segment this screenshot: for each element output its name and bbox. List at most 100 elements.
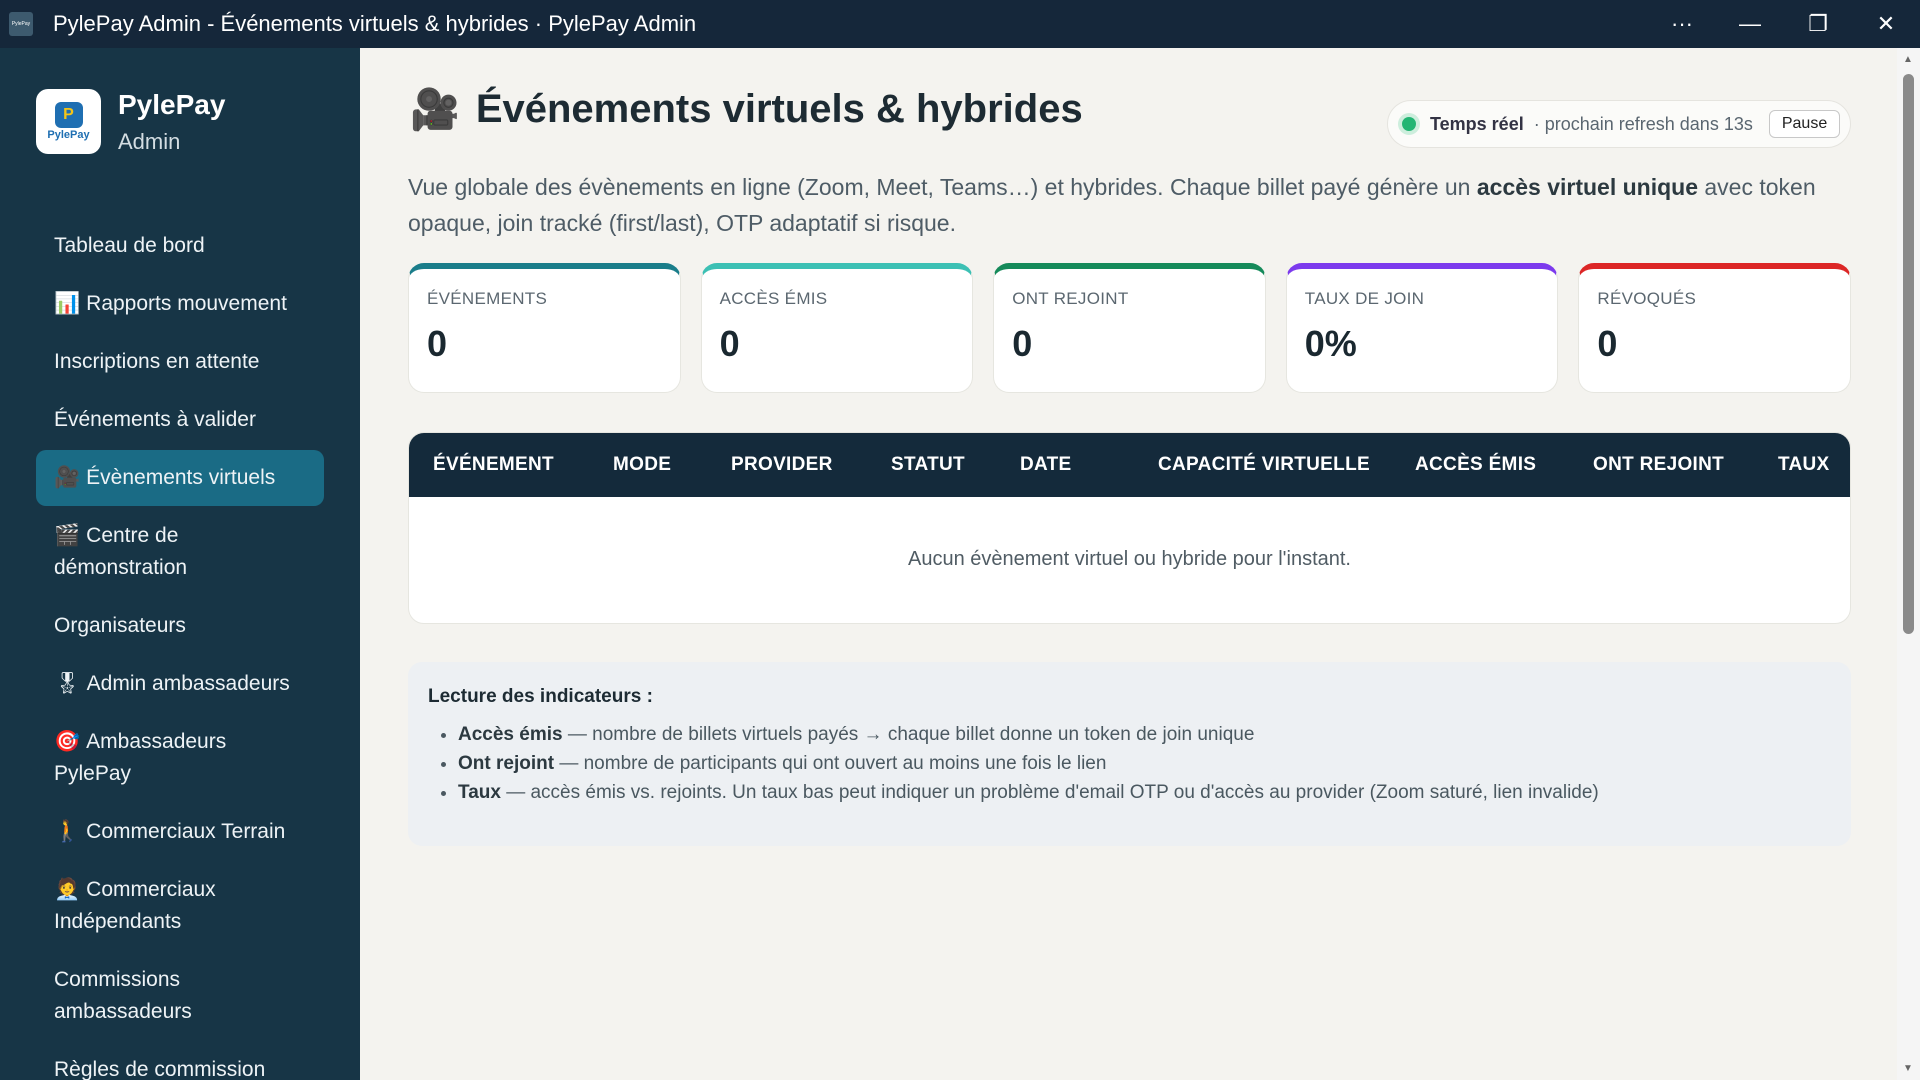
sidebar-item-label: Commerciaux Terrain [86,820,286,843]
sidebar-item-evenements-virtuels[interactable]: 🎥 Évènements virtuels [36,450,324,506]
column-header-date[interactable]: DATE [1020,454,1072,476]
stat-value: 0 [1012,323,1033,364]
stat-card-acces-emis: ACCÈS ÉMIS 0 [700,263,974,393]
sidebar-item-organisateurs[interactable]: Organisateurs [36,598,324,654]
app-icon: PylePay [9,12,33,36]
column-header-mode[interactable]: MODE [613,454,671,476]
office-worker-icon: 🧑‍💼 [54,878,81,901]
sidebar-nav: Tableau de bord 📊 Rapports mouvement Insc… [36,218,324,1080]
stat-label: RÉVOQUÉS [1597,289,1697,308]
brand-text: PylePay Admin [118,89,225,155]
realtime-status: Temps réel · prochain refresh dans 13s P… [1387,100,1851,148]
sidebar-item-label: Rapports mouvement [86,292,287,315]
legend-text: — nombre de billets virtuels payés → cha… [562,724,1255,745]
logo-mark: P [54,102,83,128]
sidebar-item-commissions-ambassadeurs[interactable]: Commissions ambassadeurs [36,952,324,1040]
column-header-capacite-virtuelle[interactable]: CAPACITÉ VIRTUELLE [1158,454,1370,476]
sidebar-item-regles-commission[interactable]: Règles de commission [36,1042,324,1080]
page-title: 🎥 Événements virtuels & hybrides [410,86,1083,133]
legend-title: Lecture des indicateurs : [428,686,653,707]
medal-icon: 🎖 [54,672,81,695]
events-table: ÉVÉNEMENT MODE PROVIDER STATUT DATE CAPA… [408,432,1851,624]
legend-item: Accès émis — nombre de billets virtuels … [458,720,1831,749]
stat-card-evenements: ÉVÉNEMENTS 0 [408,263,681,393]
stat-value: 0 [719,323,740,364]
legend-list: Accès émis — nombre de billets virtuels … [428,720,1831,807]
table-header: ÉVÉNEMENT MODE PROVIDER STATUT DATE CAPA… [409,433,1850,497]
description-text: Vue globale des évènements en ligne (Zoo… [408,174,1477,200]
stat-value: 0 [427,323,448,364]
restore-button[interactable]: ❐ [1784,0,1852,48]
brand-name: PylePay [118,89,226,120]
more-options-icon[interactable]: ··· [1648,0,1716,48]
live-dot-icon [1402,117,1416,131]
legend-item: Ont rejoint — nombre de participants qui… [458,749,1831,778]
app-window: PylePay PylePay Admin - Événements virtu… [0,0,1920,1080]
sidebar-item-label: Tableau de bord [54,234,205,257]
scroll-up-icon[interactable]: ▲ [1903,54,1913,65]
clapper-icon: 🎬 [54,524,81,547]
legend-item: Taux — accès émis vs. rejoints. Un taux … [458,778,1831,807]
camera-icon: 🎥 [54,466,81,489]
scrollbar-thumb[interactable] [1903,74,1914,634]
stat-label: TAUX DE JOIN [1304,289,1425,308]
sidebar-item-label: Événements à valider [54,408,256,431]
target-icon: 🎯 [54,730,81,753]
page-description: Vue globale des évènements en ligne (Zoo… [408,169,1858,241]
stat-card-revoques: RÉVOQUÉS 0 [1578,263,1851,393]
stat-value: 0 [1597,323,1618,364]
stats-row: ÉVÉNEMENTS 0 ACCÈS ÉMIS 0 ONT REJOINT 0 … [408,263,1851,393]
stat-label: ACCÈS ÉMIS [719,289,828,308]
stat-label: ÉVÉNEMENTS [427,289,548,308]
stat-card-ont-rejoint: ONT REJOINT 0 [993,263,1266,393]
legend-term: Ont rejoint [458,753,555,774]
indicators-legend: Lecture des indicateurs : Accès émis — n… [408,662,1851,846]
legend-term: Accès émis [458,724,563,745]
stat-value: 0% [1304,323,1357,364]
stat-card-taux-de-join: TAUX DE JOIN 0% [1285,263,1559,393]
sidebar-item-label: Règles de commission [54,1058,266,1080]
camera-icon: 🎥 [410,88,460,132]
brand[interactable]: P PylePay PylePay Admin [36,89,225,155]
sidebar-item-centre-demonstration[interactable]: 🎬 Centre de démonstration [36,508,324,596]
sidebar-item-commerciaux-terrain[interactable]: 🚶 Commerciaux Terrain [36,804,324,860]
table-empty-message: Aucun évènement virtuel ou hybride pour … [908,548,1351,570]
column-header-provider[interactable]: PROVIDER [731,454,833,476]
column-header-taux[interactable]: TAUX [1778,454,1830,476]
sidebar-item-inscriptions[interactable]: Inscriptions en attente [36,334,324,390]
sidebar-item-commerciaux-independants[interactable]: 🧑‍💼 Commerciaux Indépendants [36,862,324,950]
sidebar: P PylePay PylePay Admin Tableau de bord … [0,48,360,1080]
pause-button[interactable]: Pause [1768,110,1841,138]
legend-text: — accès émis vs. rejoints. Un taux bas p… [500,782,1599,803]
walking-person-icon: 🚶 [54,820,81,843]
column-header-acces-emis[interactable]: ACCÈS ÉMIS [1415,454,1536,476]
sidebar-item-admin-ambassadeurs[interactable]: 🎖 Admin ambassadeurs [36,656,324,712]
column-header-evenement[interactable]: ÉVÉNEMENT [433,454,554,476]
sidebar-item-ambassadeurs-pylepay[interactable]: 🎯 Ambassadeurs PylePay [36,714,324,802]
sidebar-item-rapports-mouvement[interactable]: 📊 Rapports mouvement [36,276,324,332]
description-highlight: accès virtuel unique [1476,174,1698,200]
close-button[interactable]: ✕ [1852,0,1920,48]
sidebar-item-label: Organisateurs [54,614,186,637]
refresh-countdown: · prochain refresh dans 13s [1533,113,1753,134]
sidebar-item-label: Admin ambassadeurs [86,672,290,695]
window-title: PylePay Admin - Événements virtuels & hy… [53,11,697,36]
sidebar-item-label: Inscriptions en attente [54,350,260,373]
logo-word: PylePay [47,129,90,141]
window-controls: ··· — ❐ ✕ [1648,0,1920,48]
main-content: 🎥 Événements virtuels & hybrides Temps r… [360,48,1897,1080]
column-header-ont-rejoint[interactable]: ONT REJOINT [1593,454,1724,476]
scroll-down-icon[interactable]: ▼ [1903,1063,1913,1074]
sidebar-item-label: Évènements virtuels [86,466,276,489]
legend-text: — nombre de participants qui ont ouvert … [554,753,1107,774]
sidebar-item-evenements-a-valider[interactable]: Événements à valider [36,392,324,448]
sidebar-item-tableau-de-bord[interactable]: Tableau de bord [36,218,324,274]
title-bar: PylePay PylePay Admin - Événements virtu… [0,0,1920,48]
realtime-label: Temps réel [1430,113,1524,134]
legend-term: Taux [458,782,501,803]
minimize-button[interactable]: — [1716,0,1784,48]
column-header-statut[interactable]: STATUT [891,454,965,476]
chart-icon: 📊 [54,292,81,315]
vertical-scrollbar[interactable]: ▲ ▼ [1897,48,1920,1080]
brand-logo: P PylePay [36,89,101,154]
